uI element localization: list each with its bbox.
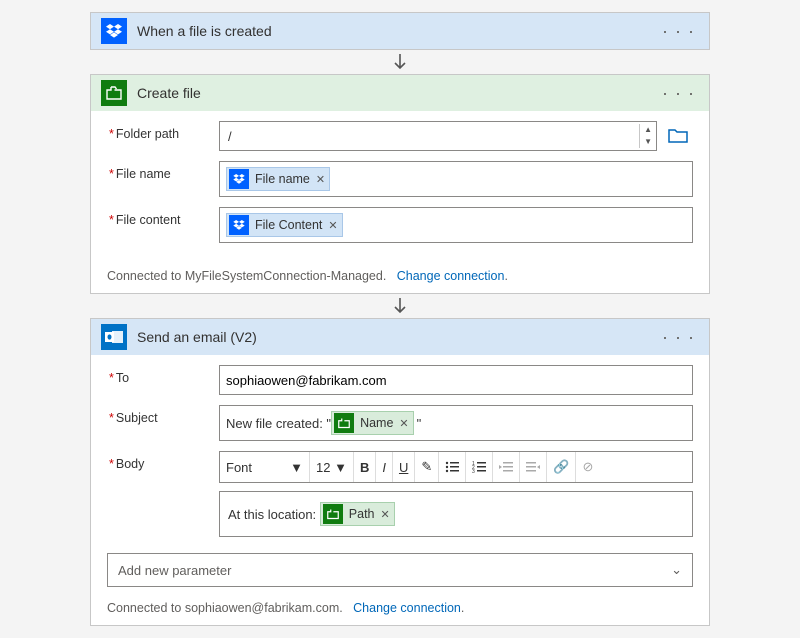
file-content-token[interactable]: File Content ✕: [226, 213, 343, 237]
send-email-header[interactable]: Send an email (V2) · · ·: [91, 319, 709, 355]
dropbox-icon: [229, 169, 249, 189]
chevron-down-icon: ⌄: [671, 562, 682, 578]
highlight-button[interactable]: ✎: [415, 452, 439, 482]
file-name-input[interactable]: File name ✕: [219, 161, 693, 197]
dropbox-icon: [229, 215, 249, 235]
change-connection-link[interactable]: Change connection: [353, 601, 461, 615]
file-content-input[interactable]: File Content ✕: [219, 207, 693, 243]
indent-button[interactable]: [520, 452, 547, 482]
folder-path-label: Folder path: [109, 121, 219, 141]
more-menu-icon[interactable]: · · ·: [658, 327, 699, 348]
trigger-title: When a file is created: [137, 23, 658, 39]
trigger-card: When a file is created · · ·: [90, 12, 710, 50]
arrow-down-icon: [391, 296, 409, 316]
connection-footer: Connected to sophiaowen@fabrikam.com. Ch…: [91, 591, 709, 625]
more-menu-icon[interactable]: · · ·: [658, 83, 699, 104]
change-connection-link[interactable]: Change connection: [397, 269, 505, 283]
body-label: Body: [109, 451, 219, 471]
remove-token-icon[interactable]: ✕: [399, 417, 408, 430]
unlink-button[interactable]: ⊘: [576, 452, 599, 482]
body-input[interactable]: At this location: Path ✕: [219, 491, 693, 537]
remove-token-icon[interactable]: ✕: [316, 173, 325, 186]
link-button[interactable]: 🔗: [547, 452, 576, 482]
arrow-down-icon: [391, 52, 409, 72]
create-file-title: Create file: [137, 85, 658, 101]
filesystem-icon: [323, 504, 343, 524]
bullet-list-button[interactable]: [439, 452, 466, 482]
svg-text:3: 3: [472, 469, 475, 473]
file-name-token[interactable]: File name ✕: [226, 167, 330, 191]
dropbox-icon: [101, 18, 127, 44]
file-name-label: File name: [109, 161, 219, 181]
remove-token-icon[interactable]: ✕: [328, 219, 337, 232]
to-label: To: [109, 365, 219, 385]
send-email-title: Send an email (V2): [137, 329, 658, 345]
rich-text-toolbar: Font▼ 12 ▼ B I U ✎ 123 🔗 ⊘: [219, 451, 693, 483]
filesystem-icon: [334, 413, 354, 433]
to-field[interactable]: [226, 373, 686, 388]
underline-button[interactable]: U: [393, 452, 415, 482]
subject-label: Subject: [109, 405, 219, 425]
stepper[interactable]: ▲▼: [639, 124, 656, 148]
browse-folder-button[interactable]: [663, 121, 693, 151]
subject-input[interactable]: New file created: " Name ✕ ": [219, 405, 693, 441]
outdent-button[interactable]: [493, 452, 520, 482]
remove-token-icon[interactable]: ✕: [381, 508, 390, 521]
to-input[interactable]: [219, 365, 693, 395]
folder-path-input[interactable]: / ▲▼: [219, 121, 657, 151]
outlook-icon: [101, 324, 127, 350]
filesystem-icon: [101, 80, 127, 106]
italic-button[interactable]: I: [376, 452, 393, 482]
bold-button[interactable]: B: [354, 452, 376, 482]
more-menu-icon[interactable]: · · ·: [658, 21, 699, 42]
trigger-header[interactable]: When a file is created · · ·: [91, 13, 709, 49]
connection-footer: Connected to MyFileSystemConnection-Mana…: [91, 259, 709, 293]
number-list-button[interactable]: 123: [466, 452, 493, 482]
send-email-card: Send an email (V2) · · · To Subject New …: [90, 318, 710, 626]
name-token[interactable]: Name ✕: [331, 411, 414, 435]
size-select[interactable]: 12 ▼: [310, 452, 354, 482]
create-file-card: Create file · · · Folder path / ▲▼ File …: [90, 74, 710, 294]
file-content-label: File content: [109, 207, 219, 227]
font-select[interactable]: Font▼: [220, 452, 310, 482]
create-file-header[interactable]: Create file · · ·: [91, 75, 709, 111]
add-parameter-dropdown[interactable]: Add new parameter ⌄: [107, 553, 693, 587]
path-token[interactable]: Path ✕: [320, 502, 395, 526]
